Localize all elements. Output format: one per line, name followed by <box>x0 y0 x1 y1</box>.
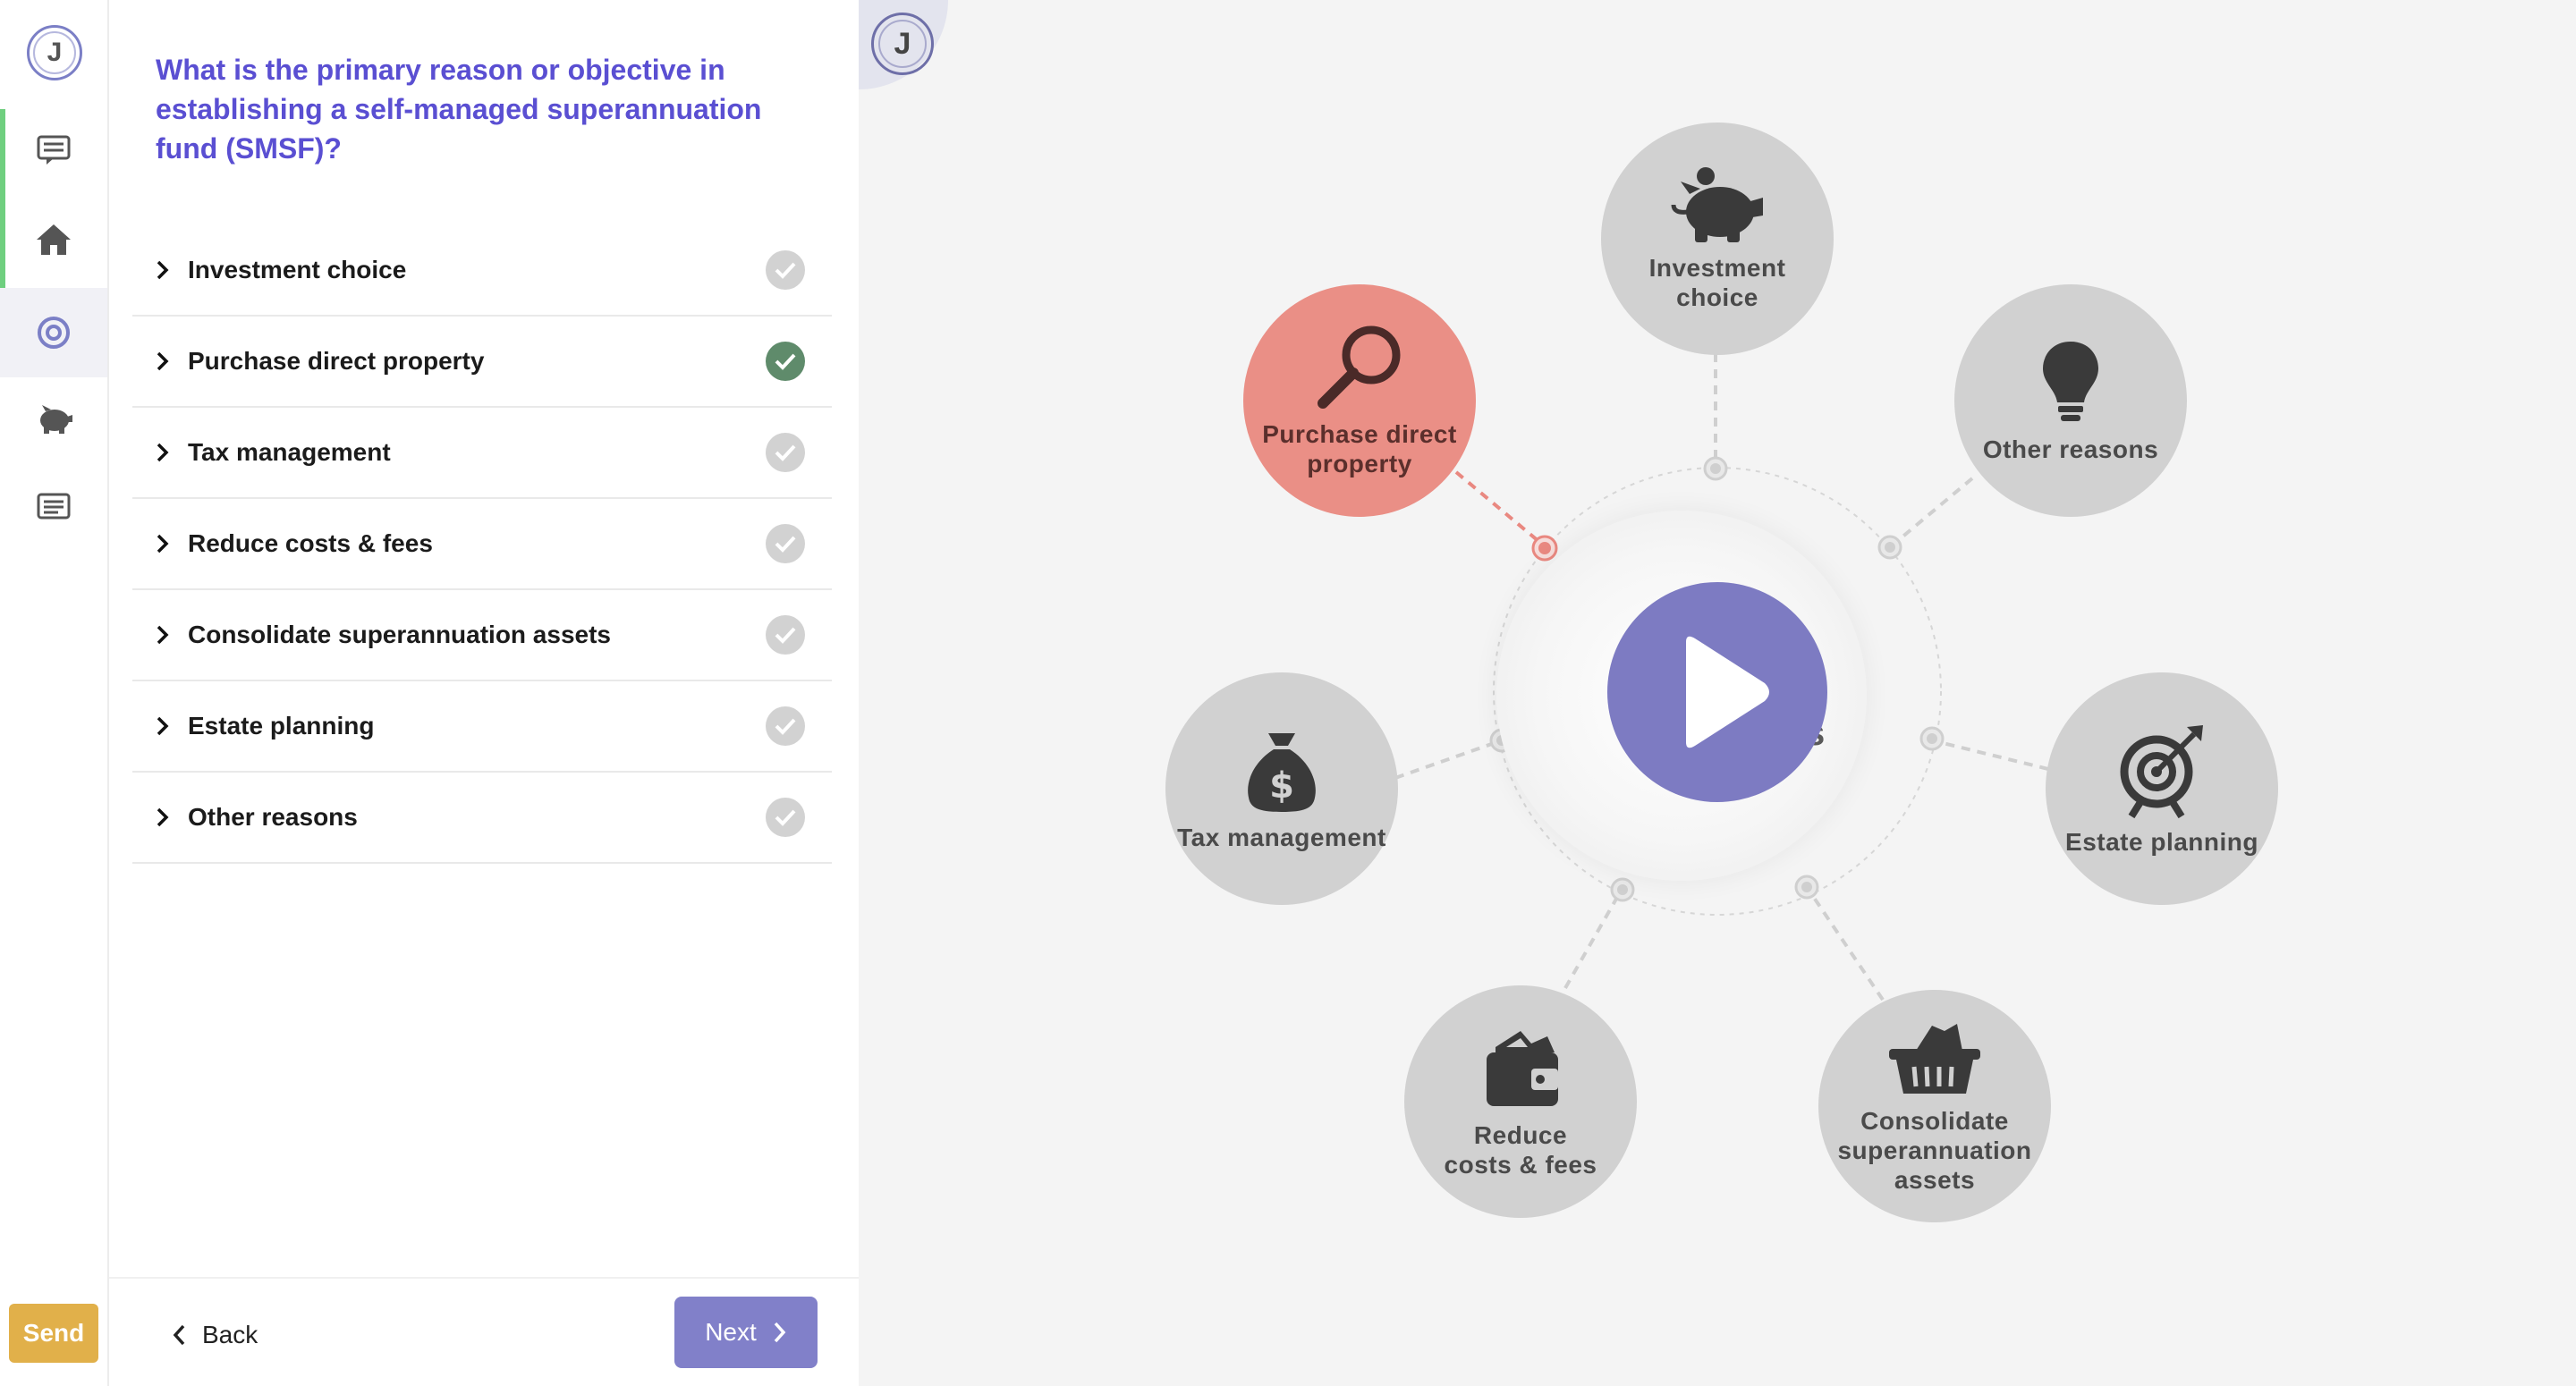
panel-footer: Back Next <box>109 1277 859 1386</box>
chevron-right-icon <box>156 807 188 828</box>
option-consolidate-superannuation-assets[interactable]: Consolidate superannuation assets <box>132 590 832 681</box>
magnifier-icon <box>1318 325 1401 409</box>
node-purchase-direct-property[interactable]: Purchase direct property <box>1243 284 1476 517</box>
node-label: Investment choice <box>1649 253 1786 312</box>
chevron-left-icon <box>173 1324 185 1346</box>
option-estate-planning[interactable]: Estate planning <box>132 681 832 773</box>
check-icon[interactable] <box>766 706 805 746</box>
chevron-right-icon <box>156 624 188 646</box>
chevron-right-icon <box>156 715 188 737</box>
rail-item-savings[interactable] <box>0 374 107 463</box>
check-icon[interactable] <box>766 524 805 563</box>
lightbulb-icon <box>2043 341 2098 421</box>
money-bag-icon: $ <box>1248 732 1316 812</box>
node-label: Purchase direct property <box>1262 419 1457 478</box>
node-estate-planning[interactable]: Estate planning <box>2046 672 2278 905</box>
basket-icon <box>1889 1023 1980 1094</box>
option-label: Purchase direct property <box>188 347 485 375</box>
option-reduce-costs-fees[interactable]: Reduce costs & fees <box>132 499 832 590</box>
icon-rail: J Send <box>0 0 109 1386</box>
check-icon[interactable] <box>766 615 805 655</box>
chevron-right-icon <box>156 351 188 372</box>
node-tax-management[interactable]: $ Tax management <box>1165 672 1398 905</box>
node-label-line: property <box>1307 450 1412 477</box>
send-button[interactable]: Send <box>9 1304 98 1363</box>
next-button[interactable]: Next <box>674 1297 818 1368</box>
node-label-line: Tax management <box>1177 823 1386 851</box>
node-consolidate-superannuation-assets[interactable]: Consolidate superannuation assets <box>1818 990 2051 1222</box>
node-label-line: Consolidate <box>1860 1106 2009 1135</box>
check-icon[interactable] <box>766 433 805 472</box>
option-list: Investment choice Purchase direct proper… <box>132 225 832 864</box>
node-label-line: superannuation <box>1837 1136 2032 1164</box>
node-label-line: assets <box>1894 1165 1976 1194</box>
play-button[interactable] <box>1607 582 1827 802</box>
chevron-right-icon <box>774 1322 786 1343</box>
node-label-line: Other reasons <box>1982 435 2159 463</box>
question-panel: What is the primary reason or objective … <box>109 0 859 1386</box>
target-arrow-icon <box>2120 724 2203 818</box>
node-label-line: Investment <box>1648 254 1786 282</box>
play-icon <box>1686 636 1769 748</box>
goals-diagram: J s <box>859 0 2576 1386</box>
rail-item-chat[interactable] <box>0 106 107 195</box>
option-investment-choice[interactable]: Investment choice <box>132 225 832 317</box>
logo-letter: J <box>47 38 63 67</box>
rail-item-goals[interactable] <box>0 288 107 377</box>
next-label: Next <box>705 1318 757 1346</box>
question-title: What is the primary reason or objective … <box>156 54 762 165</box>
chat-icon <box>37 135 71 165</box>
node-reduce-costs-fees[interactable]: Reduce costs & fees <box>1404 985 1637 1218</box>
wallet-icon <box>1487 1031 1558 1106</box>
list-icon <box>37 493 71 520</box>
option-label: Estate planning <box>188 712 375 739</box>
chevron-right-icon <box>156 259 188 281</box>
node-label-line: Estate planning <box>2065 827 2258 856</box>
node-other-reasons[interactable]: Other reasons <box>1954 284 2187 517</box>
rail-item-notes[interactable] <box>0 463 107 553</box>
node-label-line: Reduce <box>1473 1121 1568 1149</box>
piggy-bank-icon <box>40 405 72 434</box>
home-icon <box>37 224 71 255</box>
node-label: Other reasons <box>1983 435 2158 464</box>
node-label: Estate planning <box>2065 827 2258 857</box>
target-icon <box>38 317 70 349</box>
option-label: Reduce costs & fees <box>188 529 433 557</box>
chevron-right-icon <box>156 442 188 463</box>
option-label: Tax management <box>188 438 391 466</box>
svg-text:$: $ <box>1269 765 1294 807</box>
node-label: Reduce costs & fees <box>1445 1120 1597 1179</box>
node-label: Tax management <box>1177 823 1386 852</box>
option-other-reasons[interactable]: Other reasons <box>132 773 832 864</box>
chevron-right-icon <box>156 533 188 554</box>
back-button[interactable]: Back <box>172 1313 258 1357</box>
rail-item-home[interactable] <box>0 195 107 284</box>
option-label: Consolidate superannuation assets <box>188 621 611 648</box>
check-icon[interactable] <box>766 250 805 290</box>
piggy-bank-icon <box>1671 167 1763 242</box>
node-label: Consolidate superannuation assets <box>1837 1106 2031 1195</box>
option-label: Investment choice <box>188 256 407 283</box>
check-icon[interactable] <box>766 342 805 381</box>
node-investment-choice[interactable]: Investment choice <box>1601 123 1834 355</box>
node-label-line: Purchase direct <box>1262 420 1457 448</box>
option-purchase-direct-property[interactable]: Purchase direct property <box>132 317 832 408</box>
option-label: Other reasons <box>188 803 358 831</box>
app-logo[interactable]: J <box>27 25 82 80</box>
node-label-line: choice <box>1676 283 1758 311</box>
node-label-line: costs & fees <box>1444 1151 1597 1179</box>
check-icon[interactable] <box>766 798 805 837</box>
back-label: Back <box>202 1321 258 1348</box>
option-tax-management[interactable]: Tax management <box>132 408 832 499</box>
